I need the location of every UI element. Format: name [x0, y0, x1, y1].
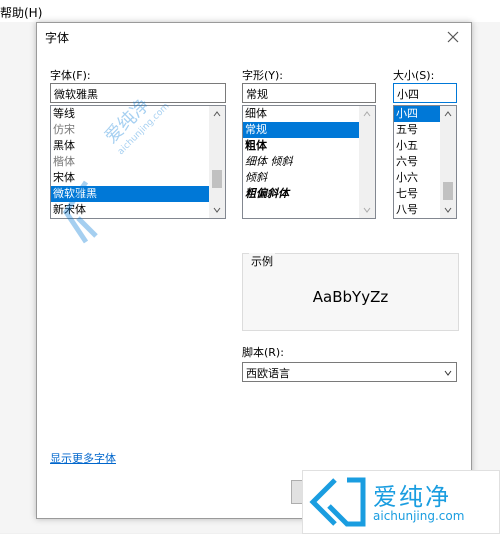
menu-item-help[interactable]: 帮助(H) — [0, 4, 42, 21]
logo-domain: aichunjing.com — [373, 509, 465, 523]
font-label: 字体(F): — [50, 69, 91, 82]
font-scroll-thumb[interactable] — [212, 170, 222, 188]
background-menubar: 帮助(H) — [0, 0, 500, 22]
script-label: 脚本(R): — [242, 346, 284, 359]
style-label: 字形(Y): — [242, 69, 284, 82]
scroll-up-button[interactable] — [209, 106, 225, 122]
dialog-title: 字体 — [45, 31, 70, 45]
list-item[interactable]: 楷体 — [51, 154, 209, 170]
chevron-down-icon — [363, 207, 371, 213]
list-item[interactable]: 粗体 — [243, 138, 359, 154]
show-more-fonts-link[interactable]: 显示更多字体 — [50, 450, 116, 466]
script-select-value: 西欧语言 — [246, 367, 290, 380]
list-item[interactable]: 六号 — [394, 154, 440, 170]
scroll-down-button[interactable] — [440, 202, 456, 218]
list-item[interactable]: 小五 — [394, 138, 440, 154]
chevron-down-icon — [444, 207, 452, 213]
scroll-down-button[interactable] — [209, 202, 225, 218]
font-scrollbar[interactable] — [209, 106, 225, 218]
list-item[interactable]: 小六 — [394, 170, 440, 186]
dialog-titlebar: 字体 — [37, 23, 471, 51]
scroll-down-button[interactable] — [359, 202, 375, 218]
scroll-up-button[interactable] — [359, 106, 375, 122]
site-logo: 爱纯净 aichunjing.com — [302, 470, 500, 534]
size-scrollbar[interactable] — [440, 106, 456, 218]
chevron-up-icon — [363, 111, 371, 117]
size-listbox[interactable]: 小四 五号 小五 六号 小六 七号 八号 — [393, 105, 457, 219]
chevron-up-icon — [444, 111, 452, 117]
sample-box: 示例 AaBbYyZz — [242, 253, 459, 331]
style-list-items: 细体 常规 粗体 细体 倾斜 倾斜 粗偏斜体 — [243, 106, 359, 218]
list-item[interactable]: 细体 — [243, 106, 359, 122]
chevron-up-icon — [213, 111, 221, 117]
sample-text: AaBbYyZz — [312, 288, 389, 306]
size-scroll-thumb[interactable] — [443, 182, 453, 200]
style-scrollbar[interactable] — [359, 106, 375, 218]
chevron-down-icon — [213, 207, 221, 213]
list-item[interactable]: 倾斜 — [243, 170, 359, 186]
list-item[interactable]: 七号 — [394, 186, 440, 202]
close-icon — [447, 31, 459, 43]
style-listbox[interactable]: 细体 常规 粗体 细体 倾斜 倾斜 粗偏斜体 — [242, 105, 376, 219]
style-input[interactable]: 常规 — [242, 83, 376, 103]
logo-icon — [309, 477, 366, 527]
list-item[interactable]: 细体 倾斜 — [243, 154, 359, 170]
script-select[interactable]: 西欧语言 — [242, 362, 457, 382]
close-button[interactable] — [441, 25, 465, 49]
sample-label: 示例 — [249, 253, 275, 269]
list-item[interactable]: 小四 — [394, 106, 440, 122]
size-input[interactable]: 小四 — [393, 83, 457, 103]
watermark-logo-icon — [62, 180, 98, 244]
list-item[interactable]: 粗偏斜体 — [243, 186, 359, 202]
logo-name: 爱纯净 — [373, 483, 451, 511]
font-dialog: 字体 字体(F): 微软雅黑 等线 仿宋 黑体 楷体 宋体 微软雅黑 新宋体 字形(Y): … — [36, 22, 472, 519]
scroll-up-button[interactable] — [440, 106, 456, 122]
list-item[interactable]: 八号 — [394, 202, 440, 218]
size-label: 大小(S): — [393, 69, 435, 82]
chevron-down-icon — [444, 370, 452, 376]
list-item[interactable]: 常规 — [243, 122, 359, 138]
list-item[interactable]: 五号 — [394, 122, 440, 138]
size-list-items: 小四 五号 小五 六号 小六 七号 八号 — [394, 106, 440, 218]
